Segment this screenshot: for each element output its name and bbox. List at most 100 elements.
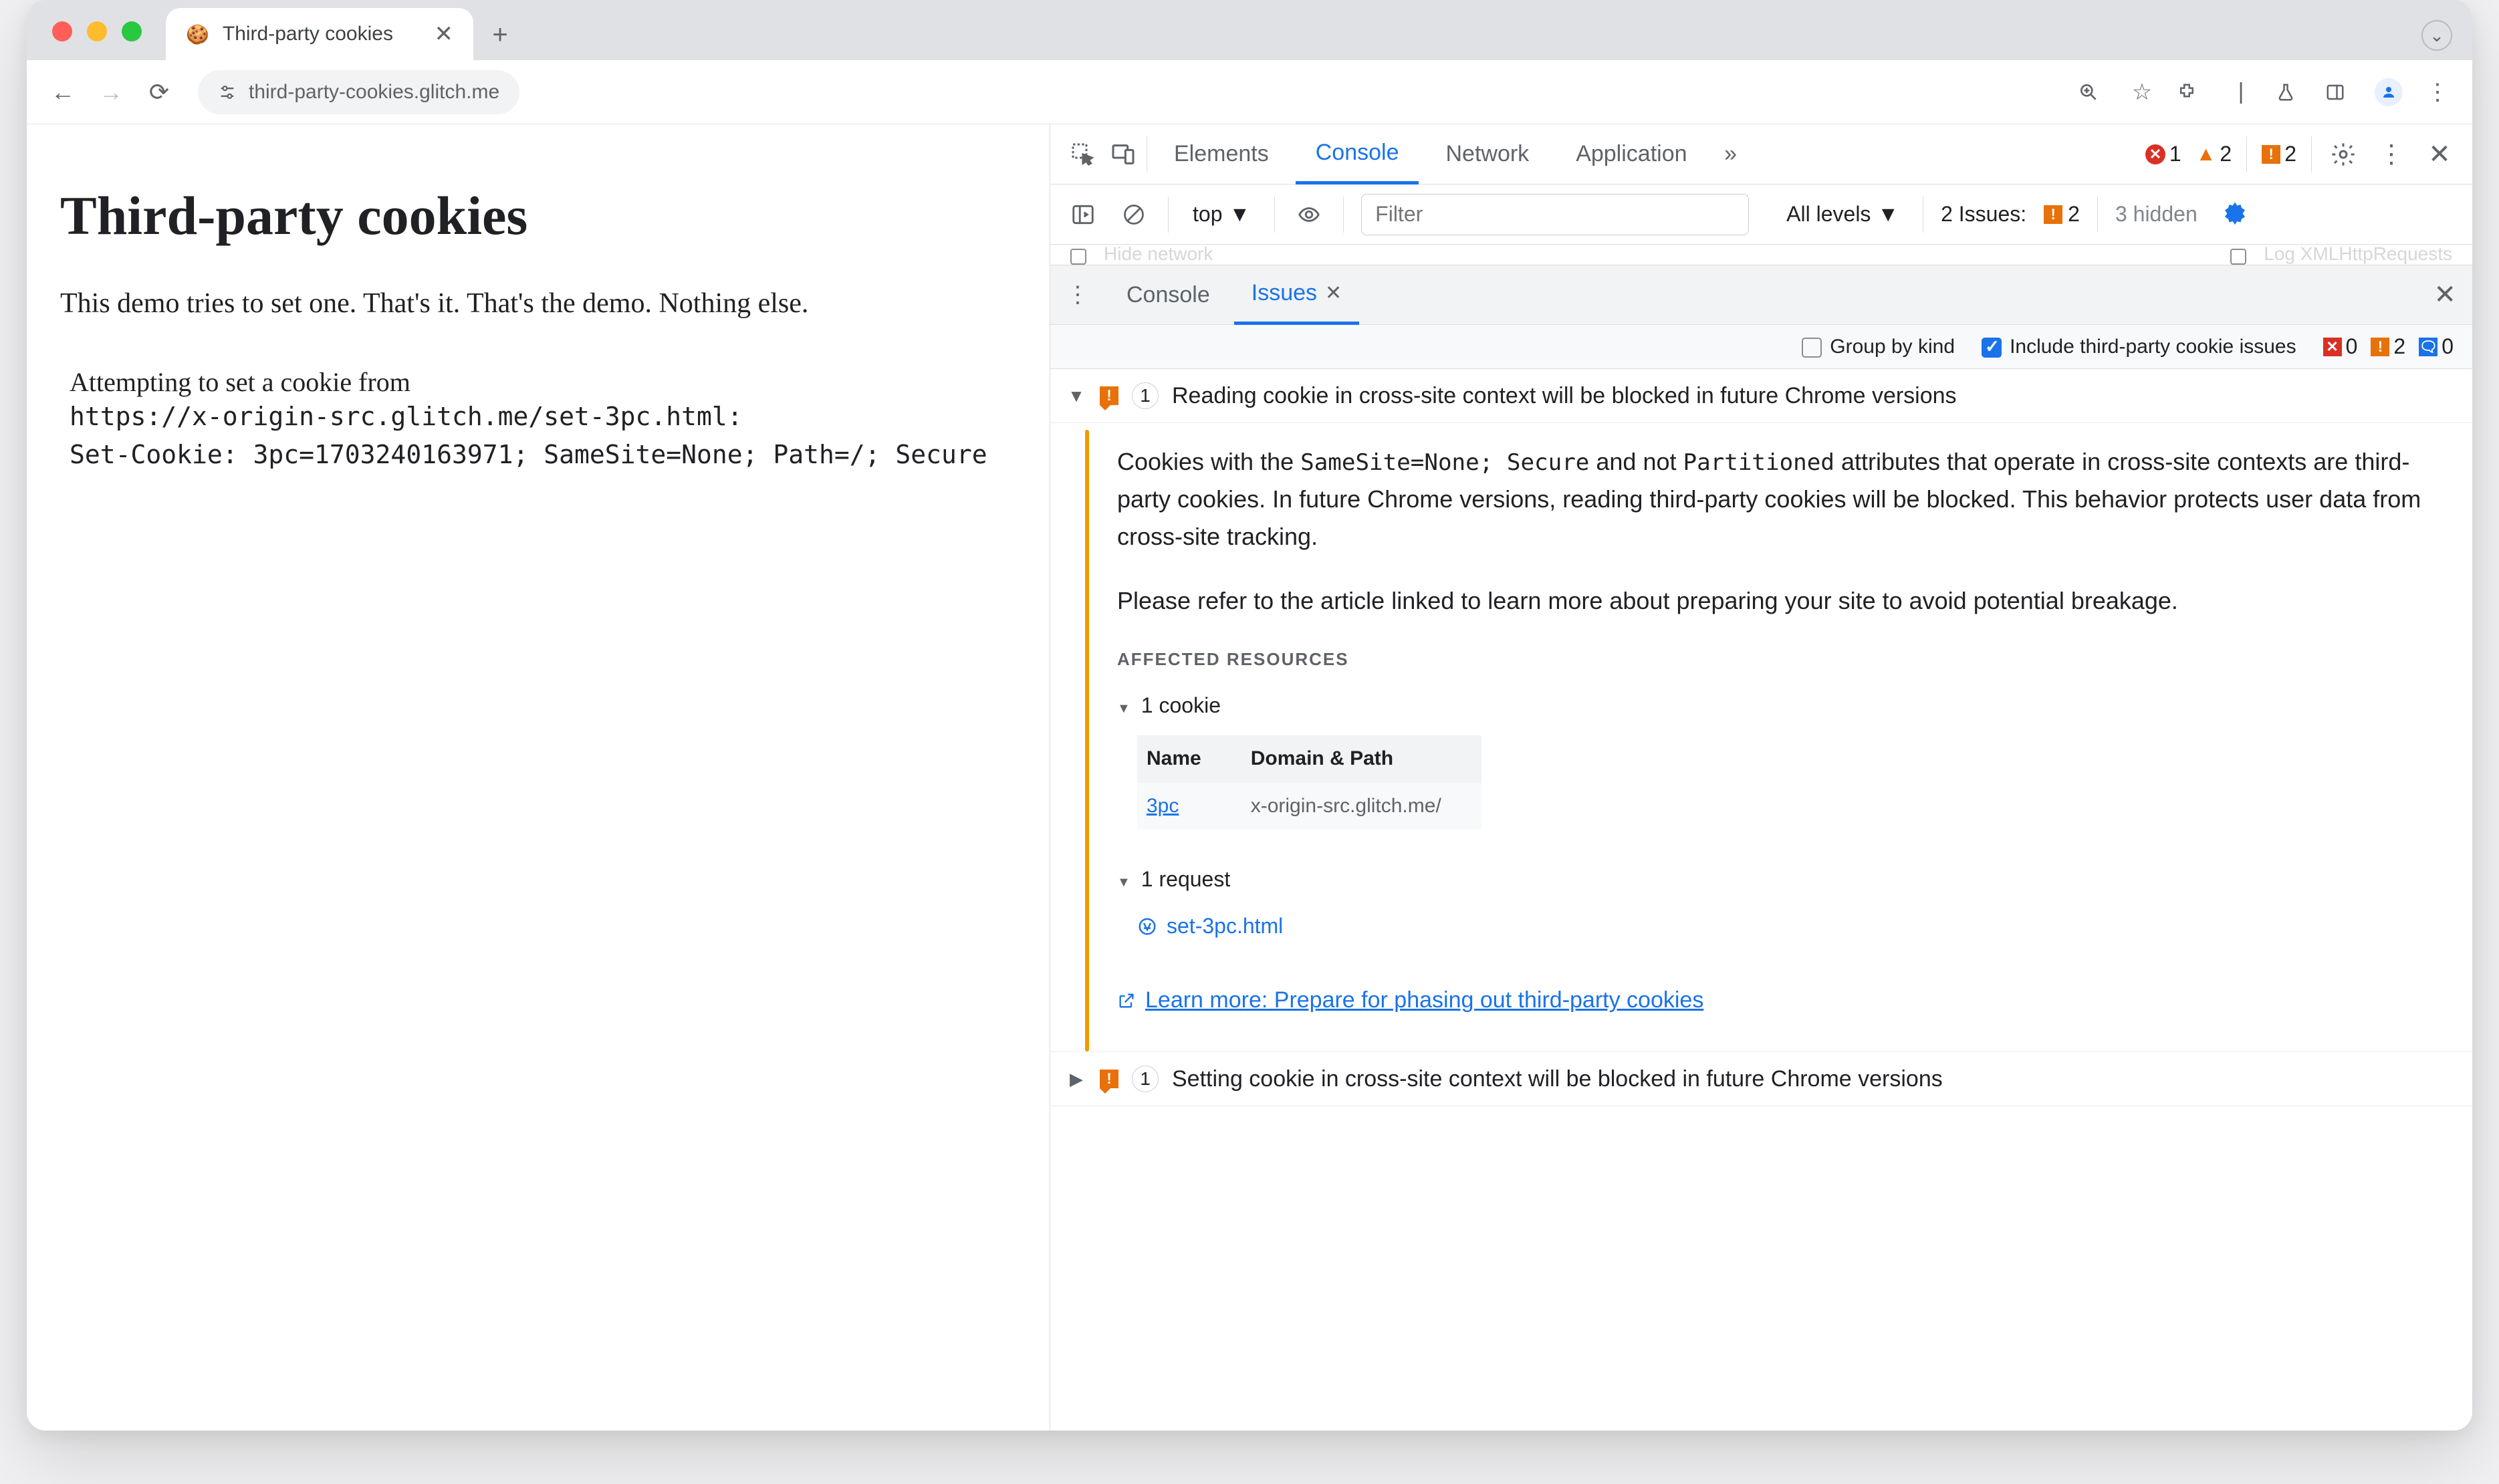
hidden-messages-label[interactable]: 3 hidden xyxy=(2115,202,2197,227)
warning-count[interactable]: ▲ 2 xyxy=(2196,142,2232,166)
log-xhr-label: Log XMLHttpRequests xyxy=(2264,245,2452,265)
group-by-kind-toggle[interactable]: Group by kind xyxy=(1802,336,1955,358)
disclosure-triangle-icon[interactable]: ▼ xyxy=(1066,386,1086,406)
titlebar: 🍪 Third-party cookies ✕ + ⌄ xyxy=(27,0,2472,60)
issue-row[interactable]: ▼ ! 1 Reading cookie in cross-site conte… xyxy=(1050,369,2472,423)
tab-network[interactable]: Network xyxy=(1425,124,1549,184)
page-lead: This demo tries to set one. That's it. T… xyxy=(60,287,1016,320)
include-3pc-toggle[interactable]: Include third-party cookie issues xyxy=(1982,336,2296,358)
maximize-window-button[interactable] xyxy=(122,21,142,41)
separator xyxy=(2246,136,2247,172)
devtools-tabstrip: Elements Console Network Application » ✕… xyxy=(1050,124,2472,184)
tab-console[interactable]: Console xyxy=(1296,124,1419,184)
drawer-tab-issues[interactable]: Issues ✕ xyxy=(1234,265,1359,325)
warning-flag-icon: ! xyxy=(2371,338,2389,356)
issue-flag-icon: ! xyxy=(2262,145,2280,164)
back-button[interactable]: ← xyxy=(47,76,79,108)
cookie-name-link[interactable]: 3pc xyxy=(1147,795,1179,817)
page-content: Third-party cookies This demo tries to s… xyxy=(27,124,1050,1431)
reload-button[interactable]: ⟳ xyxy=(143,76,175,108)
separator: | xyxy=(2226,79,2256,105)
cookie-favicon-icon: 🍪 xyxy=(186,23,209,45)
error-flag-icon: ✕ xyxy=(2323,338,2342,356)
console-settings-icon[interactable] xyxy=(2222,201,2248,228)
inspect-element-icon[interactable] xyxy=(1066,138,1100,171)
external-link-icon xyxy=(1117,991,1136,1010)
close-icon[interactable]: ✕ xyxy=(1325,281,1342,305)
zoom-icon[interactable] xyxy=(2078,82,2107,103)
levels-selector[interactable]: All levels ▼ xyxy=(1780,198,1905,231)
more-tabs-icon[interactable]: » xyxy=(1714,138,1748,171)
device-toolbar-icon[interactable] xyxy=(1106,138,1140,171)
close-window-button[interactable] xyxy=(52,21,72,41)
devtools-panel: Elements Console Network Application » ✕… xyxy=(1050,124,2472,1431)
settings-gear-icon[interactable] xyxy=(2327,138,2360,171)
clear-console-icon[interactable] xyxy=(1117,198,1151,231)
tab-elements[interactable]: Elements xyxy=(1154,124,1289,184)
drawer-kebab-icon[interactable]: ⋮ xyxy=(1066,281,1089,308)
kebab-menu-icon[interactable]: ⋮ xyxy=(2423,79,2452,106)
issue-details: Cookies with the SameSite=None; Secure a… xyxy=(1050,423,2472,1052)
drawer-tab-console[interactable]: Console xyxy=(1109,265,1227,325)
issues-summary-count[interactable]: ! 2 xyxy=(2044,202,2080,227)
log-xhr-checkbox[interactable] xyxy=(2230,249,2246,265)
forward-button[interactable]: → xyxy=(95,76,127,108)
table-row[interactable]: 3pc x-origin-src.glitch.me/ xyxy=(1137,783,1481,830)
issues-count[interactable]: ! 2 xyxy=(2262,142,2296,166)
learn-more-link[interactable]: Learn more: Prepare for phasing out thir… xyxy=(1117,983,2446,1018)
profile-avatar[interactable] xyxy=(2375,78,2403,106)
browser-window: 🍪 Third-party cookies ✕ + ⌄ ← → ⟳ third-… xyxy=(27,0,2472,1431)
drawer-close-icon[interactable]: ✕ xyxy=(2433,279,2456,310)
tab-application[interactable]: Application xyxy=(1556,124,1707,184)
network-icon xyxy=(1137,916,1157,937)
issue-count-pill: 1 xyxy=(1132,1066,1159,1092)
new-tab-button[interactable]: + xyxy=(480,15,520,55)
cookies-disclosure[interactable]: 1 cookie xyxy=(1117,689,2446,723)
col-domain: Domain & Path xyxy=(1241,735,1481,783)
code-block: https://x-origin-src.glitch.me/set-3pc.h… xyxy=(60,398,1016,474)
issue-count-pill: 1 xyxy=(1132,382,1159,409)
minimize-window-button[interactable] xyxy=(87,21,107,41)
labs-icon[interactable] xyxy=(2276,82,2305,102)
omnibox[interactable]: third-party-cookies.glitch.me xyxy=(198,70,519,114)
issues-summary-label[interactable]: 2 Issues: xyxy=(1941,202,2026,227)
close-tab-button[interactable]: ✕ xyxy=(435,21,454,47)
cookie-domain: x-origin-src.glitch.me/ xyxy=(1241,783,1481,830)
hide-network-checkbox[interactable] xyxy=(1070,249,1086,265)
devtools-close-icon[interactable]: ✕ xyxy=(2423,138,2456,171)
site-settings-icon[interactable] xyxy=(218,83,237,102)
address-bar-row: ← → ⟳ third-party-cookies.glitch.me ☆ | … xyxy=(27,60,2472,124)
disclosure-triangle-icon[interactable]: ▶ xyxy=(1066,1069,1086,1090)
info-flag-icon: 🗨 xyxy=(2419,338,2437,356)
separator xyxy=(2311,136,2312,172)
sidebar-toggle-icon[interactable] xyxy=(1066,198,1100,231)
issue-flag-icon: ! xyxy=(1100,386,1118,405)
side-panel-icon[interactable] xyxy=(2325,82,2355,102)
live-expression-icon[interactable] xyxy=(1292,198,1326,231)
extensions-icon[interactable] xyxy=(2177,82,2206,102)
drawer-tabstrip: ⋮ Console Issues ✕ ✕ xyxy=(1050,265,2472,325)
console-filter-input[interactable] xyxy=(1361,194,1749,235)
devtools-kebab-icon[interactable]: ⋮ xyxy=(2375,138,2408,171)
url-text: third-party-cookies.glitch.me xyxy=(249,81,499,104)
window-controls xyxy=(52,21,142,41)
toolbar-right: ☆ | ⋮ xyxy=(2078,78,2452,106)
affected-request-link[interactable]: set-3pc.html xyxy=(1137,910,2446,943)
error-icon: ✕ xyxy=(2145,144,2165,164)
affected-cookies-table: Name Domain & Path 3pc x-origin-src.glit… xyxy=(1137,735,1481,830)
bookmark-star-icon[interactable]: ☆ xyxy=(2127,79,2157,106)
severity-bar xyxy=(1085,430,1089,1052)
issue-flag-icon: ! xyxy=(2044,205,2062,224)
issues-list: ▼ ! 1 Reading cookie in cross-site conte… xyxy=(1050,369,2472,1431)
browser-tab[interactable]: 🍪 Third-party cookies ✕ xyxy=(166,8,473,60)
content-split: Third-party cookies This demo tries to s… xyxy=(27,124,2472,1431)
hide-network-label: Hide network xyxy=(1104,245,1213,265)
requests-disclosure[interactable]: 1 request xyxy=(1117,863,2446,896)
issue-row[interactable]: ▶ ! 1 Setting cookie in cross-site conte… xyxy=(1050,1052,2472,1106)
warning-icon: ▲ xyxy=(2196,143,2216,166)
error-count[interactable]: ✕ 1 xyxy=(2145,142,2181,166)
chevron-down-icon: ▼ xyxy=(1877,202,1899,227)
affected-resources-heading: AFFECTED RESOURCES xyxy=(1117,646,2446,672)
tab-overflow-button[interactable]: ⌄ xyxy=(2421,20,2452,51)
context-selector[interactable]: top ▼ xyxy=(1186,198,1257,231)
